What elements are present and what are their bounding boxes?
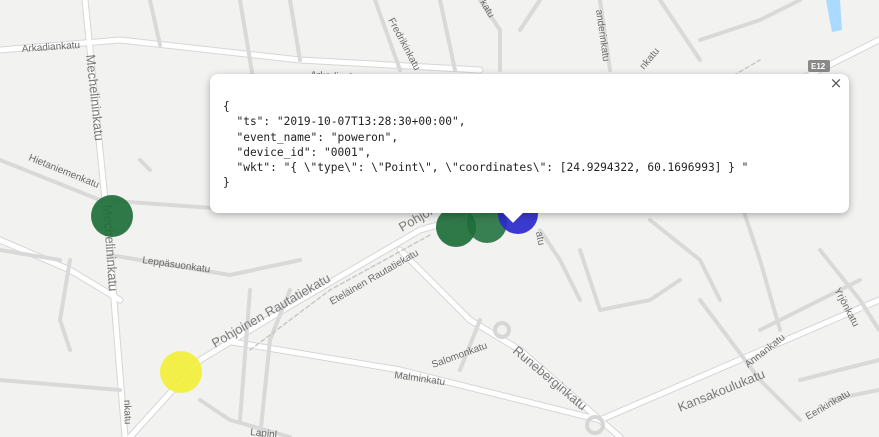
svg-text:E12: E12 — [811, 62, 826, 71]
label-mechelininkatu-bottom: nkatu — [121, 400, 133, 425]
close-icon[interactable]: × — [827, 74, 845, 92]
map-canvas[interactable]: Arkadiankatu Arkadiankatu Mechelininkatu… — [0, 0, 879, 437]
feature-popup: × { "ts": "2019-10-07T13:28:30+00:00", "… — [210, 74, 849, 223]
green-marker[interactable] — [91, 195, 133, 237]
road-badge-e12: E12 — [808, 60, 830, 72]
popup-json-content: { "ts": "2019-10-07T13:28:30+00:00", "ev… — [223, 100, 749, 190]
map-container[interactable]: Arkadiankatu Arkadiankatu Mechelininkatu… — [0, 0, 879, 437]
yellow-marker[interactable] — [160, 351, 202, 393]
label-lapinlahdenkatu: Lapinl — [250, 427, 278, 437]
